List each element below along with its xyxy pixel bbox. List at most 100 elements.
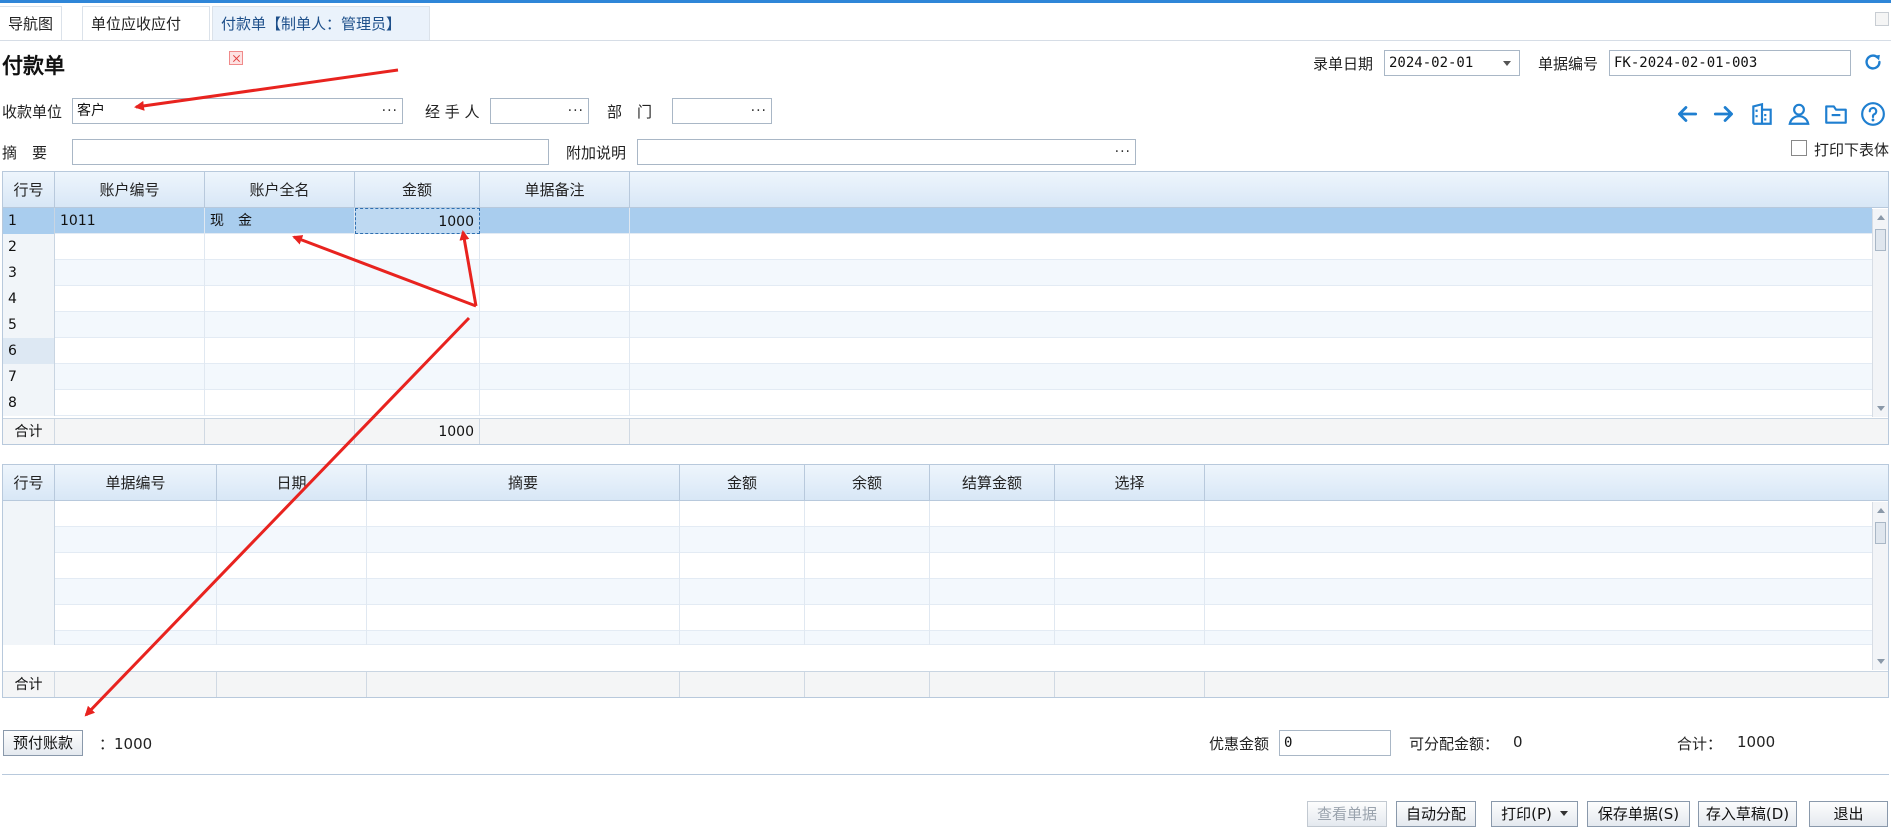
note-cell[interactable]	[480, 312, 630, 338]
ellipsis-icon[interactable]: ···	[382, 99, 398, 123]
extra-field[interactable]: ···	[637, 139, 1136, 165]
settlement-grid-scrollbar[interactable]	[1872, 502, 1888, 670]
scroll-down-icon[interactable]	[1877, 406, 1885, 411]
cell[interactable]	[805, 553, 930, 579]
note-cell[interactable]	[480, 234, 630, 260]
note-cell[interactable]	[480, 338, 630, 364]
amount-cell[interactable]	[355, 338, 480, 364]
arrow-right-icon[interactable]	[1711, 101, 1737, 127]
account-grid-scrollbar[interactable]	[1872, 209, 1888, 417]
account-code-cell[interactable]: 1011	[55, 208, 205, 234]
account-code-cell[interactable]	[55, 286, 205, 312]
cell[interactable]	[1055, 527, 1205, 553]
account-code-cell[interactable]	[55, 312, 205, 338]
table-row[interactable]: 1 1011 现 金 1000	[3, 208, 1872, 234]
prepaid-button[interactable]: 预付账款	[3, 730, 83, 756]
ellipsis-icon[interactable]: ···	[751, 99, 767, 123]
close-icon[interactable]	[229, 51, 243, 65]
table-row[interactable]	[3, 527, 1872, 553]
cell[interactable]	[217, 579, 367, 605]
cell[interactable]	[680, 553, 805, 579]
table-row[interactable]	[3, 605, 1872, 631]
amount-cell[interactable]	[355, 286, 480, 312]
scroll-up-icon[interactable]	[1877, 215, 1885, 220]
col-header[interactable]: 余额	[805, 465, 930, 501]
chevron-down-icon[interactable]	[1559, 811, 1568, 816]
save-button[interactable]: 保存单据(S)	[1587, 801, 1690, 827]
account-name-cell[interactable]	[205, 260, 355, 286]
account-name-cell[interactable]	[205, 338, 355, 364]
table-row[interactable]	[3, 501, 1872, 527]
cell[interactable]	[930, 631, 1055, 645]
col-header[interactable]: 选择	[1055, 465, 1205, 501]
building-icon[interactable]	[1749, 101, 1775, 127]
cell[interactable]	[1055, 579, 1205, 605]
cell[interactable]	[680, 579, 805, 605]
cell[interactable]	[367, 579, 680, 605]
cell[interactable]	[55, 501, 217, 527]
cell[interactable]	[367, 631, 680, 645]
account-code-cell[interactable]	[55, 260, 205, 286]
amount-cell[interactable]	[355, 312, 480, 338]
view-document-button[interactable]: 查看单据	[1307, 801, 1387, 827]
ellipsis-icon[interactable]: ···	[568, 99, 584, 123]
cell[interactable]	[680, 527, 805, 553]
amount-cell[interactable]	[355, 390, 480, 416]
account-code-cell[interactable]	[55, 364, 205, 390]
discount-input[interactable]: 0	[1279, 730, 1391, 756]
handler-field[interactable]: ···	[490, 98, 589, 124]
print-lower-checkbox[interactable]	[1791, 140, 1807, 156]
note-cell[interactable]	[480, 364, 630, 390]
table-row[interactable]: 3	[3, 260, 1872, 286]
cell[interactable]	[1055, 553, 1205, 579]
refresh-icon[interactable]	[1862, 51, 1884, 73]
cell[interactable]	[1055, 631, 1205, 645]
cell[interactable]	[55, 579, 217, 605]
cell[interactable]	[805, 579, 930, 605]
account-name-cell[interactable]	[205, 234, 355, 260]
cell[interactable]	[217, 631, 367, 645]
window-close-icon[interactable]	[1875, 12, 1889, 26]
col-header[interactable]: 账户全名	[205, 172, 355, 208]
cell[interactable]	[930, 579, 1055, 605]
table-row[interactable]: 6	[3, 338, 1872, 364]
scroll-up-icon[interactable]	[1877, 508, 1885, 513]
account-name-cell[interactable]	[205, 364, 355, 390]
cell[interactable]	[55, 553, 217, 579]
col-header[interactable]: 行号	[3, 465, 55, 501]
tab-receivables[interactable]: 单位应收应付	[82, 6, 210, 40]
scroll-thumb[interactable]	[1875, 229, 1886, 251]
folder-icon[interactable]	[1823, 101, 1849, 127]
account-code-cell[interactable]	[55, 234, 205, 260]
col-header[interactable]: 金额	[680, 465, 805, 501]
table-row[interactable]	[3, 553, 1872, 579]
note-cell[interactable]	[480, 390, 630, 416]
docno-field[interactable]: FK-2024-02-01-003	[1609, 50, 1851, 76]
table-row[interactable]	[3, 631, 1872, 645]
tab-navigation[interactable]: 导航图	[0, 6, 62, 40]
account-name-cell[interactable]	[205, 286, 355, 312]
cell[interactable]	[217, 527, 367, 553]
cell[interactable]	[930, 527, 1055, 553]
table-row[interactable]: 4	[3, 286, 1872, 312]
col-header[interactable]: 行号	[3, 172, 55, 208]
scroll-thumb[interactable]	[1875, 522, 1886, 544]
account-name-cell[interactable]	[205, 390, 355, 416]
table-row[interactable]: 5	[3, 312, 1872, 338]
col-header[interactable]: 结算金额	[930, 465, 1055, 501]
note-cell[interactable]	[480, 286, 630, 312]
cell[interactable]	[217, 553, 367, 579]
chevron-down-icon[interactable]	[1503, 61, 1511, 66]
scroll-down-icon[interactable]	[1877, 659, 1885, 664]
arrow-left-icon[interactable]	[1674, 101, 1700, 127]
cell[interactable]	[217, 605, 367, 631]
cell[interactable]	[680, 631, 805, 645]
account-code-cell[interactable]	[55, 390, 205, 416]
amount-cell[interactable]	[355, 260, 480, 286]
cell[interactable]	[55, 605, 217, 631]
auto-allocate-button[interactable]: 自动分配	[1396, 801, 1476, 827]
account-name-cell[interactable]	[205, 312, 355, 338]
note-cell[interactable]	[480, 208, 630, 234]
cell[interactable]	[367, 605, 680, 631]
tab-payment-voucher[interactable]: 付款单【制单人：管理员】	[212, 6, 430, 65]
